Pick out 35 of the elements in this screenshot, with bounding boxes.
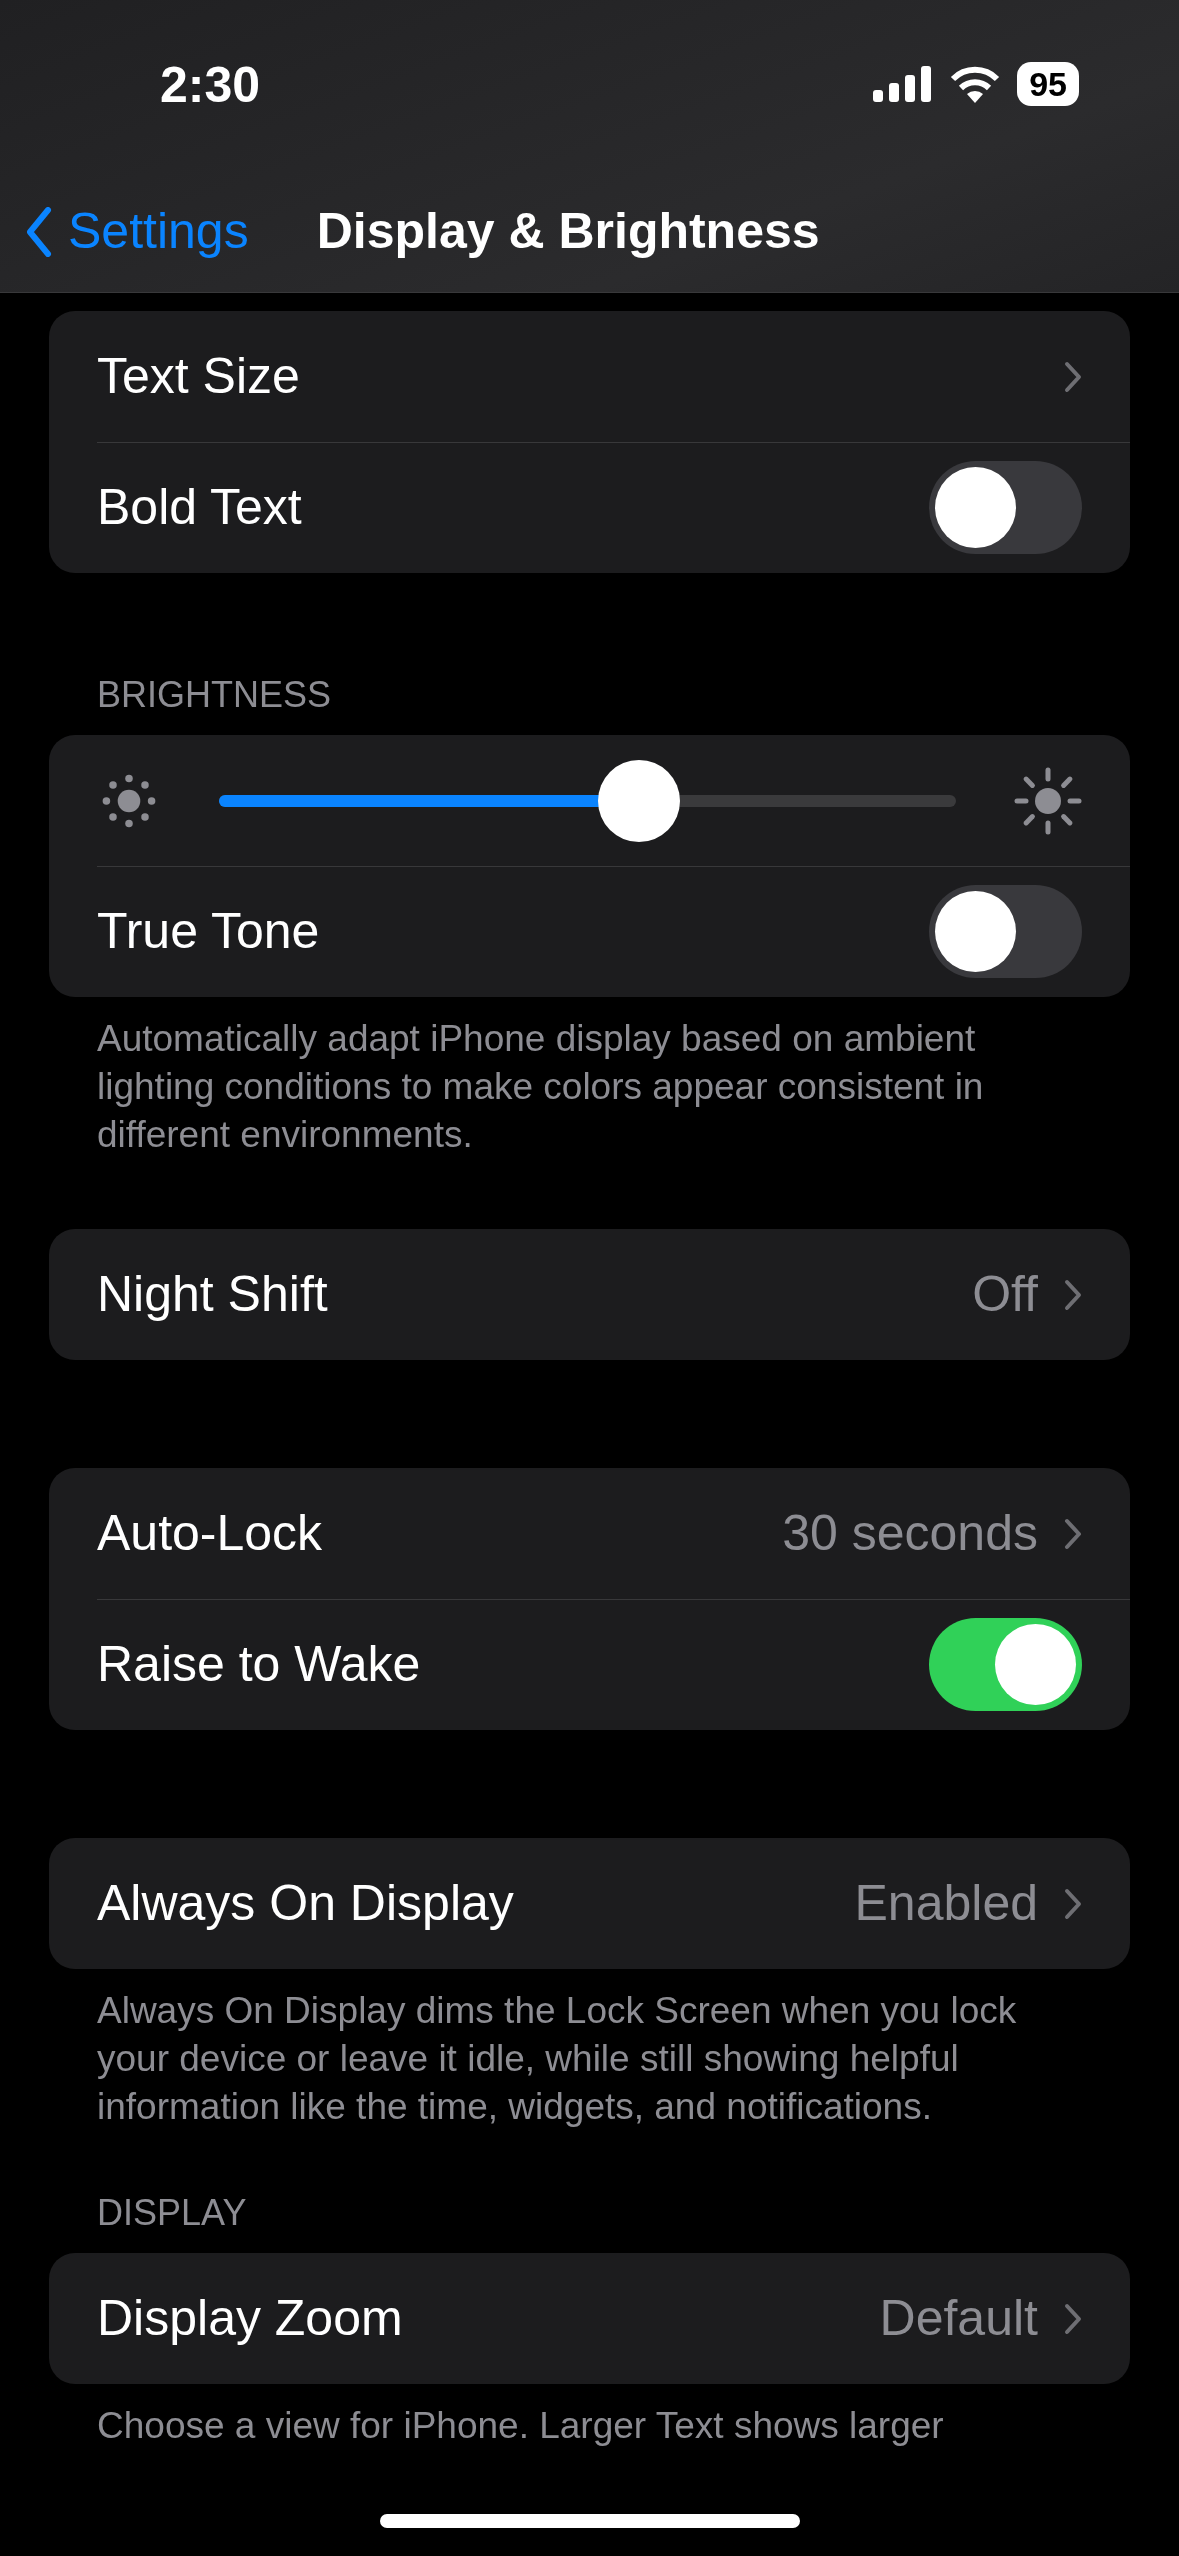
section-header: DISPLAY — [96, 2191, 248, 2235]
page-title: Display & Brightness — [316, 202, 820, 261]
row-value: Default — [879, 2289, 1038, 2348]
status-time: 2:30 — [160, 55, 261, 115]
row-value: 30 seconds — [782, 1504, 1038, 1563]
bright-sun-icon — [1014, 766, 1082, 835]
back-chevron-icon — [26, 206, 52, 257]
settings-row[interactable]: Always On Display Enabled — [49, 1838, 1130, 1969]
row-label: Raise to Wake — [97, 1635, 421, 1694]
settings-row[interactable]: Auto-Lock 30 seconds — [49, 1468, 1130, 1599]
row-value: Off — [972, 1265, 1038, 1324]
section-footer-text: Always On Display dims the Lock Screen when you lock your device or leave it idle, while still showing helpful information like the time, widgets, and notifications. — [96, 1989, 1018, 2129]
row-label: Night Shift — [97, 1265, 328, 1324]
chevron-icon — [1064, 1517, 1082, 1550]
chevron-icon — [1064, 1887, 1082, 1920]
row-label: Always On Display — [97, 1874, 514, 1933]
row-label: Auto-Lock — [97, 1504, 323, 1563]
row-label: Display Zoom — [97, 2289, 403, 2348]
row-label: Text Size — [97, 347, 300, 406]
section-footer-text: Choose a view for iPhone. Larger Text shows larger — [96, 2404, 945, 2448]
battery-level: 95 — [1017, 62, 1079, 106]
chevron-icon — [1064, 360, 1082, 393]
chevron-icon — [1064, 2302, 1082, 2335]
row-label: True Tone — [97, 902, 320, 961]
settings-row[interactable]: Display Zoom Default — [49, 2253, 1130, 2384]
row-label: Bold Text — [97, 478, 302, 537]
settings-row[interactable]: Text Size — [49, 311, 1130, 442]
chevron-icon — [1064, 1278, 1082, 1311]
row-value: Enabled — [854, 1874, 1038, 1933]
section-footer-text: Automatically adapt iPhone display based on ambient lighting conditions to make colors appear consistent in different environments. — [96, 1017, 985, 1157]
signal-icon — [873, 66, 934, 102]
section-header: BRIGHTNESS — [96, 673, 333, 717]
back-button[interactable]: Settings — [26, 194, 249, 269]
settings-row[interactable]: Night Shift Off — [49, 1229, 1130, 1360]
wifi-icon — [949, 65, 1002, 103]
